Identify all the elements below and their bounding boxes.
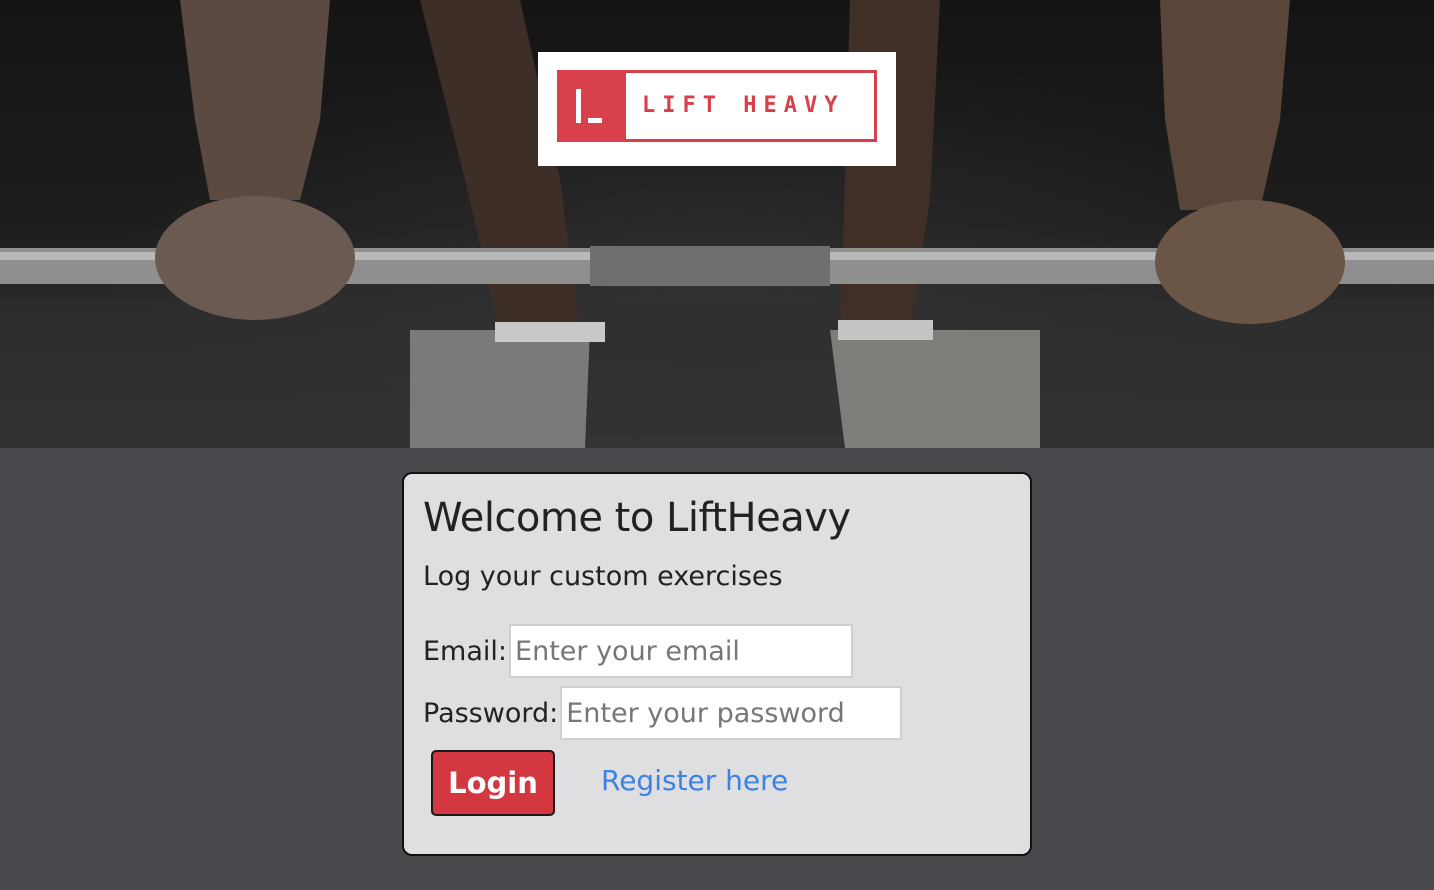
email-row: Email: <box>423 624 1011 678</box>
login-button[interactable]: Login <box>431 750 555 816</box>
password-field[interactable] <box>560 686 903 740</box>
password-row: Password: <box>423 686 1011 740</box>
logo-text: LIFT HEAVY <box>642 93 845 118</box>
page-title: Welcome to LiftHeavy <box>423 495 851 541</box>
password-label: Password: <box>423 697 559 729</box>
logo-frame: LIFT HEAVY <box>557 70 877 142</box>
logo: LIFT HEAVY <box>538 52 896 166</box>
logo-mark-icon <box>560 73 626 139</box>
form-actions: Login Register here <box>423 750 1011 816</box>
register-link[interactable]: Register here <box>601 764 788 797</box>
email-label: Email: <box>423 635 508 667</box>
page-subtitle: Log your custom exercises <box>423 561 783 592</box>
email-field[interactable] <box>509 624 854 678</box>
login-card: Welcome to LiftHeavy Log your custom exe… <box>402 472 1032 856</box>
hero-banner: LIFT HEAVY <box>0 0 1434 448</box>
